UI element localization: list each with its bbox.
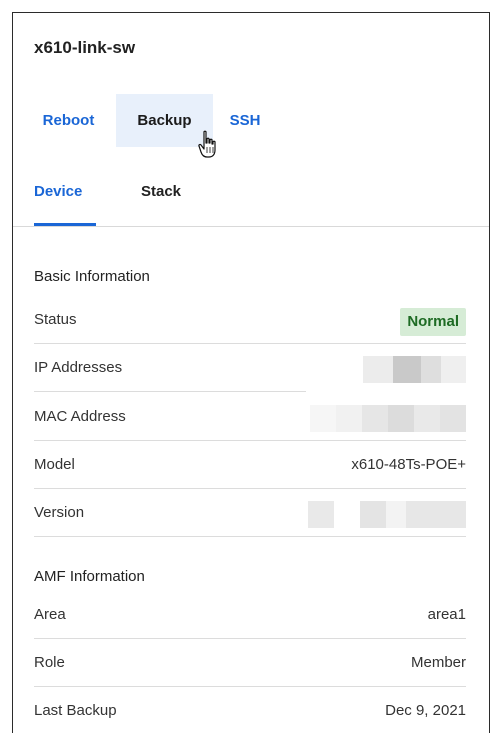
tab-stack[interactable]: Stack (141, 173, 181, 211)
area-label: Area (34, 606, 66, 623)
ip-addresses-value-redacted (363, 356, 466, 383)
hand-pointer-cursor-icon (198, 130, 216, 158)
area-value: area1 (427, 606, 466, 623)
role-row: Role Member (34, 639, 466, 687)
action-bar: Reboot Backup SSH (21, 94, 277, 147)
version-value-redacted (308, 501, 466, 528)
mac-address-row: MAC Address (34, 393, 466, 441)
last-backup-label: Last Backup (34, 702, 117, 719)
mac-address-value-redacted (310, 405, 466, 432)
tab-divider (13, 226, 489, 227)
reboot-button[interactable]: Reboot (21, 94, 116, 147)
last-backup-value: Dec 9, 2021 (385, 702, 466, 719)
tab-device[interactable]: Device (34, 173, 96, 226)
mac-address-label: MAC Address (34, 408, 126, 425)
ip-addresses-label: IP Addresses (34, 359, 123, 376)
status-row: Status Normal (34, 296, 466, 344)
amf-information-heading: AMF Information (34, 568, 145, 585)
last-backup-row: Last Backup Dec 9, 2021 (34, 687, 466, 735)
model-value: x610-48Ts-POE+ (351, 456, 466, 473)
model-label: Model (34, 456, 75, 473)
ip-addresses-row: IP Addresses (34, 344, 466, 392)
device-details-panel: x610-link-sw Reboot Backup SSH Device St… (12, 12, 490, 733)
area-row: Area area1 (34, 591, 466, 639)
ssh-button[interactable]: SSH (213, 94, 277, 147)
model-row: Model x610-48Ts-POE+ (34, 441, 466, 489)
version-label: Version (34, 504, 85, 521)
version-row: Version (34, 489, 466, 537)
status-label: Status (34, 311, 77, 328)
device-title: x610-link-sw (34, 38, 136, 57)
role-value: Member (410, 654, 466, 671)
role-label: Role (34, 654, 65, 671)
tab-bar: Device Stack (34, 173, 181, 226)
basic-information-heading: Basic Information (34, 268, 150, 285)
status-badge: Normal (400, 308, 466, 336)
